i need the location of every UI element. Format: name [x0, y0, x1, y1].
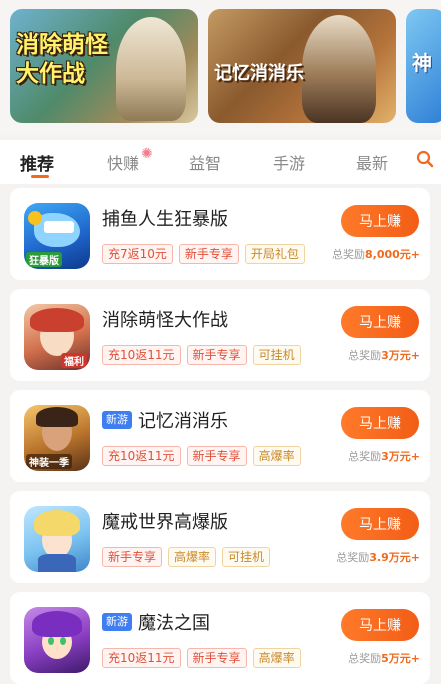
reward-label: 总奖励	[348, 450, 382, 463]
tag: 新手专享	[186, 446, 247, 466]
icon-label: 福利	[61, 353, 87, 368]
tag: 可挂机	[252, 345, 301, 365]
banner-card[interactable]: 神	[406, 9, 441, 123]
reward-label: 总奖励	[331, 248, 365, 261]
game-icon: 狂暴版	[24, 203, 90, 269]
game-icon	[24, 607, 90, 673]
earn-now-button[interactable]: 马上赚	[341, 407, 419, 439]
reward-amount: 8,000元+	[364, 248, 420, 261]
character-illustration	[116, 17, 186, 121]
icon-label: 狂暴版	[26, 252, 62, 267]
reward-amount: 5万元+	[381, 652, 420, 665]
tag: 可挂机	[222, 547, 271, 567]
banner-title: 神	[412, 51, 432, 75]
tag-list: 新手专享 高爆率 可挂机	[102, 547, 276, 567]
search-icon[interactable]	[416, 150, 434, 168]
banner-card[interactable]: 记忆消消乐	[208, 9, 396, 123]
total-reward: 总奖励3.9万元+	[336, 549, 420, 565]
game-name-row: 新游 魔法之国	[102, 610, 210, 634]
tag-list: 充10返11元 新手专享 高爆率	[102, 446, 307, 466]
game-card[interactable]: 福利 消除萌怪大作战 充10返11元 新手专享 可挂机 马上赚 总奖励3万元+	[10, 289, 430, 381]
earn-now-button[interactable]: 马上赚	[341, 306, 419, 338]
tag: 充10返11元	[102, 446, 181, 466]
banner-title: 消除萌怪大作战	[16, 32, 108, 87]
tag-list: 充10返11元 新手专享 高爆率	[102, 648, 307, 668]
sparkle-icon: ✺	[141, 146, 153, 162]
game-name-row: 捕鱼人生狂暴版	[102, 206, 228, 230]
tag: 新手专享	[102, 547, 163, 567]
character-illustration	[302, 15, 376, 123]
tag: 充10返11元	[102, 648, 181, 668]
reward-amount: 3万元+	[381, 349, 420, 362]
tab-mobile-games[interactable]: 手游	[273, 150, 305, 174]
total-reward: 总奖励3万元+	[348, 448, 420, 464]
reward-label: 总奖励	[348, 349, 382, 362]
game-name: 记忆消消乐	[138, 411, 228, 432]
game-card[interactable]: 神装一季 新游 记忆消消乐 充10返11元 新手专享 高爆率 马上赚 总奖励3万…	[10, 390, 430, 482]
earn-now-button[interactable]: 马上赚	[341, 508, 419, 540]
reward-label: 总奖励	[336, 551, 370, 564]
game-name-row: 新游 记忆消消乐	[102, 408, 228, 432]
game-name: 魔戒世界高爆版	[102, 512, 228, 533]
tag: 充10返11元	[102, 345, 181, 365]
game-card[interactable]: 狂暴版 捕鱼人生狂暴版 充7返10元 新手专享 开局礼包 马上赚 总奖励8,00…	[10, 188, 430, 280]
tag: 开局礼包	[244, 244, 305, 264]
tag: 高爆率	[252, 648, 301, 668]
tag: 高爆率	[252, 446, 301, 466]
tab-quick-earn[interactable]: 快赚	[107, 150, 139, 174]
tag: 高爆率	[168, 547, 217, 567]
earn-now-button[interactable]: 马上赚	[341, 205, 419, 237]
game-name: 消除萌怪大作战	[102, 310, 228, 331]
reward-label: 总奖励	[348, 652, 382, 665]
category-tabs: 推荐 快赚 益智 手游 最新	[0, 140, 441, 184]
icon-label: 神装一季	[26, 454, 72, 469]
reward-amount: 3万元+	[381, 450, 420, 463]
total-reward: 总奖励3万元+	[348, 347, 420, 363]
tag-list: 充10返11元 新手专享 可挂机	[102, 345, 307, 365]
new-game-badge: 新游	[102, 613, 132, 631]
tag-list: 充7返10元 新手专享 开局礼包	[102, 244, 311, 264]
new-game-badge: 新游	[102, 411, 132, 429]
tag: 新手专享	[186, 345, 247, 365]
game-icon	[24, 506, 90, 572]
tag: 充7返10元	[102, 244, 173, 264]
game-list: 狂暴版 捕鱼人生狂暴版 充7返10元 新手专享 开局礼包 马上赚 总奖励8,00…	[0, 184, 441, 684]
game-icon: 福利	[24, 304, 90, 370]
active-tab-indicator	[31, 175, 49, 178]
tag: 新手专享	[186, 648, 247, 668]
reward-amount: 3.9万元+	[369, 551, 420, 564]
earn-now-button[interactable]: 马上赚	[341, 609, 419, 641]
tab-latest[interactable]: 最新	[356, 150, 388, 174]
game-name: 捕鱼人生狂暴版	[102, 209, 228, 230]
banner-card[interactable]: 消除萌怪大作战	[10, 9, 198, 123]
game-icon: 神装一季	[24, 405, 90, 471]
tag: 新手专享	[178, 244, 239, 264]
tab-recommend[interactable]: 推荐	[20, 150, 54, 175]
total-reward: 总奖励8,000元+	[332, 246, 420, 262]
game-card[interactable]: 魔戒世界高爆版 新手专享 高爆率 可挂机 马上赚 总奖励3.9万元+	[10, 491, 430, 583]
game-name: 魔法之国	[138, 613, 210, 634]
banner-carousel[interactable]: 消除萌怪大作战 记忆消消乐 神	[0, 0, 441, 135]
banner-title: 记忆消消乐	[214, 63, 304, 84]
game-name-row: 魔戒世界高爆版	[102, 509, 228, 533]
total-reward: 总奖励5万元+	[348, 650, 420, 666]
tab-puzzle[interactable]: 益智	[189, 150, 221, 174]
game-card[interactable]: 新游 魔法之国 充10返11元 新手专享 高爆率 马上赚 总奖励5万元+	[10, 592, 430, 684]
game-name-row: 消除萌怪大作战	[102, 307, 228, 331]
